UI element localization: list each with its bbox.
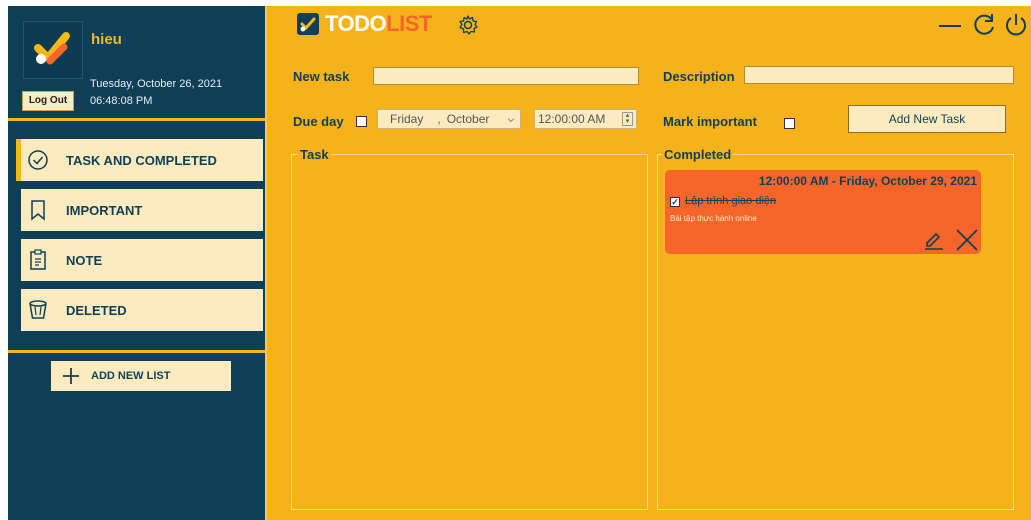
task-panel [291,154,648,510]
completed-task-card[interactable]: 12:00:00 AM - Friday, October 29, 2021 ✓… [665,170,981,254]
todo-app-window: hieu Tuesday, October 26, 2021 06:48:08 … [8,6,1031,520]
pencil-icon[interactable] [923,228,945,255]
logo-text-list: LIST [386,11,432,36]
task-description: Bài tập thực hành online [670,214,757,223]
main-panel: TODO LIST New task Description Due day F… [265,6,1031,520]
current-time: 06:48:08 PM [90,95,153,107]
sidebar-item-task-and-completed[interactable]: TASK AND COMPLETED [21,139,263,181]
completed-panel-title: Completed [662,147,734,162]
sidebar-divider [8,350,265,353]
due-day-label: Due day [293,114,344,129]
minimize-icon[interactable] [937,12,963,43]
avatar [23,21,83,79]
date-separator: , [437,112,441,126]
username: hieu [91,31,122,48]
todo-logo-icon [297,13,319,35]
time-value: 12:00:00 AM [538,112,606,126]
mark-important-label: Mark important [663,114,757,129]
trash-bin-icon [27,299,49,321]
sidebar-item-label: DELETED [66,302,127,318]
plus-icon [61,366,81,386]
refresh-icon[interactable] [971,12,997,43]
power-icon[interactable] [1003,12,1029,43]
task-datetime: 12:00:00 AM - Friday, October 29, 2021 [758,174,977,188]
sidebar: hieu Tuesday, October 26, 2021 06:48:08 … [8,6,265,520]
main-divider [265,6,267,520]
description-label: Description [663,69,735,84]
new-task-input[interactable] [373,67,639,85]
clipboard-icon [27,249,49,271]
sidebar-item-label: IMPORTANT [66,202,143,218]
date-month-text: October [446,112,490,126]
add-new-task-button[interactable]: Add New Task [848,105,1006,133]
add-new-list-button[interactable]: ADD NEW LIST [51,361,231,391]
task-panel-title: Task [298,147,331,162]
sidebar-item-label: TASK AND COMPLETED [66,152,217,168]
chevron-down-icon[interactable] [507,113,515,127]
gear-icon[interactable] [457,14,479,41]
bookmark-icon [27,199,49,221]
task-title: Lập trình giao diện [685,195,777,207]
sidebar-item-note[interactable]: NOTE [21,239,263,281]
add-new-list-label: ADD NEW LIST [91,370,171,382]
new-task-label: New task [293,69,350,84]
description-input[interactable] [744,66,1014,84]
due-day-checkbox[interactable] [356,116,367,127]
check-circle-icon [27,149,49,171]
time-spinner[interactable]: ▴ ▾ [622,112,633,126]
logo-text-todo: TODO [325,11,387,36]
sidebar-item-important[interactable]: IMPORTANT [21,189,263,231]
sidebar-item-label: NOTE [66,252,103,268]
sidebar-divider [8,118,265,121]
logout-button[interactable]: Log Out [22,91,74,111]
sidebar-item-deleted[interactable]: DELETED [21,289,263,331]
mark-important-checkbox[interactable] [784,118,795,129]
app-logo: TODO LIST [297,11,432,37]
date-day-text: Friday [390,112,424,126]
checkmark-logo-icon [34,32,70,65]
task-checkbox[interactable]: ✓ [670,197,680,207]
due-time-picker[interactable]: 12:00:00 AM ▴ ▾ [534,109,637,129]
close-icon[interactable] [955,228,979,257]
current-date: Tuesday, October 26, 2021 [90,78,223,90]
due-date-picker[interactable]: Friday , October [377,109,521,129]
